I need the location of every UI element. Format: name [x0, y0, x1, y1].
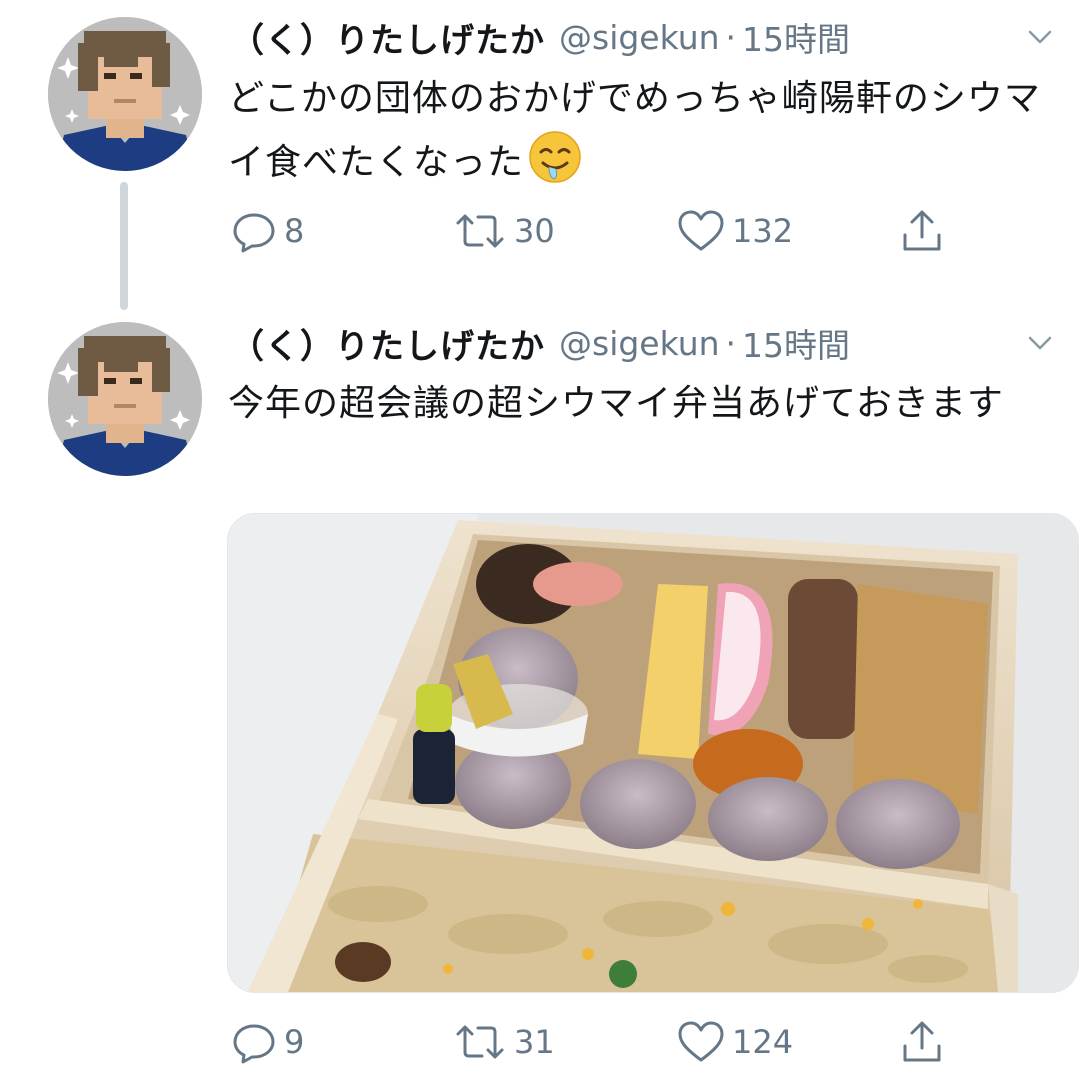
chevron-down-icon[interactable]	[1025, 328, 1055, 358]
share-button[interactable]	[898, 1017, 946, 1067]
reply-button[interactable]: 9	[230, 1017, 304, 1067]
like-button[interactable]: 132	[676, 206, 793, 256]
reply-count: 8	[284, 212, 305, 250]
retweet-icon	[452, 207, 508, 255]
avatar[interactable]	[48, 17, 202, 171]
reply-count: 9	[284, 1023, 305, 1061]
timestamp[interactable]: 15時間	[742, 319, 850, 367]
timeline: （く）りたしげたか @sigekun · 15時間 どこかの団体のおかげでめっち…	[0, 0, 1085, 1085]
tweet-header: （く）りたしげたか @sigekun · 15時間	[230, 318, 1055, 368]
retweet-button[interactable]: 30	[452, 206, 555, 256]
reply-icon	[230, 207, 278, 255]
tweet-text: どこかの団体のおかげでめっちゃ崎陽軒のシウマイ食べたくなった	[228, 67, 1068, 194]
chevron-down-icon[interactable]	[1025, 22, 1055, 52]
like-count: 132	[732, 212, 794, 250]
retweet-count: 31	[514, 1023, 555, 1061]
tweet-text-content: 今年の超会議の超シウマイ弁当あげておきます	[228, 383, 1004, 424]
tweet-actions: 9 31 124	[230, 1017, 970, 1067]
timestamp[interactable]: 15時間	[742, 13, 850, 61]
retweet-button[interactable]: 31	[452, 1017, 555, 1067]
tweet-header: （く）りたしげたか @sigekun · 15時間	[230, 12, 1055, 62]
retweet-icon	[452, 1018, 508, 1066]
heart-icon	[676, 207, 726, 255]
share-button[interactable]	[898, 206, 946, 256]
tweet-text: 今年の超会議の超シウマイ弁当あげておきます	[228, 372, 1068, 435]
tweet-photo[interactable]	[227, 513, 1079, 993]
share-icon	[898, 207, 946, 255]
tweet-1[interactable]: （く）りたしげたか @sigekun · 15時間 どこかの団体のおかげでめっち…	[0, 0, 1085, 310]
reply-icon	[230, 1018, 278, 1066]
drooling-face-icon	[528, 130, 582, 184]
handle[interactable]: @sigekun	[559, 324, 720, 363]
tweet-text-content: どこかの団体のおかげでめっちゃ崎陽軒のシウマイ食べたくなった	[228, 78, 1041, 183]
thread-line	[120, 182, 128, 310]
display-name[interactable]: （く）りたしげたか	[230, 319, 545, 368]
like-button[interactable]: 124	[676, 1017, 793, 1067]
avatar[interactable]	[48, 322, 202, 476]
display-name[interactable]: （く）りたしげたか	[230, 13, 545, 62]
separator-dot: ·	[725, 17, 737, 57]
tweet-actions: 8 30 132	[230, 206, 970, 256]
heart-icon	[676, 1018, 726, 1066]
retweet-count: 30	[514, 212, 555, 250]
like-count: 124	[732, 1023, 794, 1061]
separator-dot: ·	[725, 323, 737, 363]
handle[interactable]: @sigekun	[559, 18, 720, 57]
reply-button[interactable]: 8	[230, 206, 304, 256]
share-icon	[898, 1018, 946, 1066]
